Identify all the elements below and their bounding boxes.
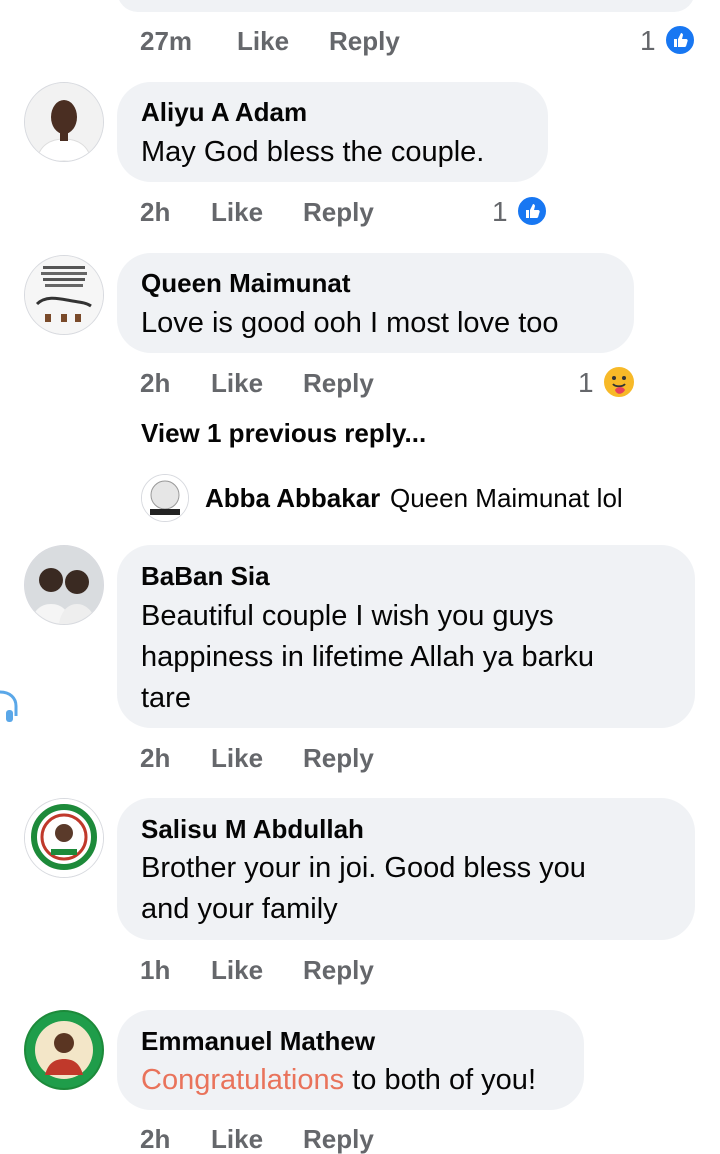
- comment-author[interactable]: Aliyu A Adam: [141, 97, 307, 127]
- comment-text: Congratulations to both of you!: [141, 1060, 536, 1101]
- avatar[interactable]: [24, 1010, 104, 1090]
- reply-button[interactable]: Reply: [303, 743, 374, 773]
- comment-text-rest: to both of you!: [344, 1064, 536, 1096]
- comment-author[interactable]: Queen Maimunat: [141, 268, 350, 298]
- reply-button[interactable]: Reply: [303, 197, 374, 227]
- reply-button[interactable]: Reply: [303, 955, 374, 985]
- like-icon: [516, 195, 548, 227]
- comment-author[interactable]: BaBan Sia: [141, 561, 270, 591]
- comment-time: 27m: [140, 26, 193, 56]
- reply-author[interactable]: Abba Abbakar: [205, 483, 380, 513]
- comment-text-line: happiness in lifetime Allah ya barku: [141, 641, 594, 673]
- comment-time: 2h: [140, 743, 171, 773]
- like-button[interactable]: Like: [211, 743, 263, 773]
- congratulations-link[interactable]: Congratulations: [141, 1064, 344, 1096]
- reply-text: Queen Maimunat lol: [390, 483, 623, 513]
- reaction-count[interactable]: 1: [492, 197, 508, 227]
- headset-icon[interactable]: [0, 688, 20, 724]
- prev-comment-bubble: [117, 0, 695, 12]
- reply-button[interactable]: Reply: [329, 26, 400, 56]
- avatar[interactable]: [141, 474, 189, 522]
- like-button[interactable]: Like: [237, 26, 289, 56]
- reply-button[interactable]: Reply: [303, 368, 374, 398]
- comment-time: 2h: [140, 368, 171, 398]
- avatar[interactable]: [24, 545, 104, 625]
- avatar[interactable]: [24, 798, 104, 878]
- avatar[interactable]: [24, 82, 104, 162]
- comment-text-line: Beautiful couple I wish you guys: [141, 600, 554, 632]
- reaction-count[interactable]: 1: [578, 368, 594, 398]
- reaction-count[interactable]: 1: [640, 26, 656, 56]
- like-button[interactable]: Like: [211, 1124, 263, 1154]
- comment-time: 2h: [140, 197, 171, 227]
- care-icon: [601, 364, 637, 400]
- like-icon: [664, 24, 696, 56]
- comment-author[interactable]: Emmanuel Mathew: [141, 1026, 375, 1056]
- comment-text-line: Brother your in joi. Good bless you: [141, 852, 586, 884]
- like-button[interactable]: Like: [211, 955, 263, 985]
- comment-text: Love is good ooh I most love too: [141, 307, 559, 339]
- comment-author[interactable]: Salisu M Abdullah: [141, 814, 364, 844]
- comment-text-line: and your family: [141, 893, 338, 925]
- reply-button[interactable]: Reply: [303, 1124, 374, 1154]
- comment-text: May God bless the couple.: [141, 136, 485, 168]
- like-button[interactable]: Like: [211, 368, 263, 398]
- like-button[interactable]: Like: [211, 197, 263, 227]
- avatar[interactable]: [24, 255, 104, 335]
- comment-text-line: tare: [141, 682, 191, 714]
- view-previous-replies[interactable]: View 1 previous reply...: [141, 418, 426, 448]
- comment-time: 2h: [140, 1124, 171, 1154]
- comment-time: 1h: [140, 955, 171, 985]
